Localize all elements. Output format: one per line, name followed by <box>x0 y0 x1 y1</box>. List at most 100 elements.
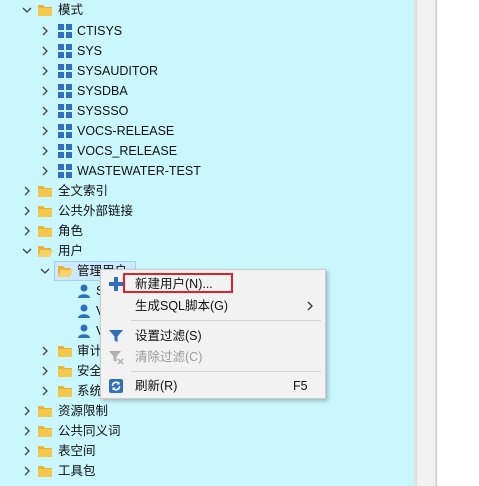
chevron-down-icon[interactable] <box>40 261 50 281</box>
chevron-right-icon[interactable] <box>40 361 50 381</box>
schema-icon <box>57 63 73 79</box>
folder-icon <box>37 463 53 479</box>
schema-label: SYSDBA <box>77 84 128 98</box>
tree-node-schema-wastewater-test[interactable]: WASTEWATER-TEST <box>0 161 414 181</box>
schema-label: CTISYS <box>77 24 123 38</box>
chevron-right-icon[interactable] <box>22 401 32 421</box>
tree-node-schema-sysauditor[interactable]: SYSAUDITOR <box>0 61 414 81</box>
tree-node-schema-sysdba[interactable]: SYSDBA <box>0 81 414 101</box>
tree-node-schema-sysssso[interactable]: SYSSSO <box>0 101 414 121</box>
menu-separator <box>131 371 321 372</box>
user-icon <box>76 303 92 319</box>
shortcut-label: F5 <box>293 379 308 393</box>
tree-node-schema-sys[interactable]: SYS <box>0 41 414 61</box>
chevron-right-icon[interactable] <box>22 201 32 221</box>
folder-open-icon <box>57 263 73 279</box>
refresh-icon <box>108 378 124 394</box>
schema-label: SYS <box>77 44 103 58</box>
folder-icon <box>37 183 53 199</box>
chevron-right-icon[interactable] <box>22 181 32 201</box>
chevron-right-icon[interactable] <box>40 61 50 81</box>
tree-node-users[interactable]: 用户 <box>0 241 414 261</box>
schema-icon <box>57 163 73 179</box>
right-pane <box>436 0 479 486</box>
chevron-right-icon[interactable] <box>40 81 50 101</box>
tree-node-packages[interactable]: 工具包 <box>0 461 414 481</box>
annotation-highlight-box <box>123 273 233 293</box>
tree-node-label: 公共外部链接 <box>58 204 134 218</box>
folder-icon <box>37 223 53 239</box>
object-tree: 模式 CTISYS SYS SYSAUDITOR SYSDBA SYSSSO V… <box>0 0 414 486</box>
tree-node-label: 资源限制 <box>58 404 109 418</box>
chevron-right-icon[interactable] <box>40 21 50 41</box>
menu-separator <box>131 320 321 321</box>
user-icon <box>76 283 92 299</box>
tree-node-label: 公共同义词 <box>58 424 121 438</box>
user-icon <box>76 323 92 339</box>
chevron-right-icon[interactable] <box>40 41 50 61</box>
folder-icon <box>37 2 53 18</box>
tree-node-resource-limits[interactable]: 资源限制 <box>0 401 414 421</box>
schema-icon <box>57 83 73 99</box>
chevron-right-icon[interactable] <box>40 141 50 161</box>
tree-node-public-synonyms[interactable]: 公共同义词 <box>0 421 414 441</box>
schema-icon <box>57 103 73 119</box>
tree-node-label: 全文索引 <box>58 184 109 198</box>
schema-label: WASTEWATER-TEST <box>77 164 201 178</box>
tree-node-schemas[interactable]: 模式 <box>0 0 414 20</box>
chevron-right-icon[interactable] <box>22 221 32 241</box>
tree-node-schema-vocs_release[interactable]: VOCS_RELEASE <box>0 141 414 161</box>
chevron-right-icon[interactable] <box>22 421 32 441</box>
tree-node-schema-ctisys[interactable]: CTISYS <box>0 21 414 41</box>
tree-node-fulltext-index[interactable]: 全文索引 <box>0 181 414 201</box>
folder-icon <box>37 423 53 439</box>
tree-node-schema-vocs-release[interactable]: VOCS-RELEASE <box>0 121 414 141</box>
menu-item-refresh[interactable]: 刷新(R) F5 <box>103 375 323 397</box>
chevron-right-icon[interactable] <box>40 341 50 361</box>
tree-node-label: 用户 <box>58 244 84 258</box>
chevron-right-icon[interactable] <box>22 461 32 481</box>
schema-label: VOCS_RELEASE <box>77 144 178 158</box>
tree-node-label: 工具包 <box>58 464 96 478</box>
menu-item-label: 设置过滤(S) <box>135 329 202 343</box>
schema-icon <box>57 123 73 139</box>
schema-icon <box>57 43 73 59</box>
chevron-right-icon[interactable] <box>40 121 50 141</box>
folder-icon <box>37 403 53 419</box>
menu-item-generate-sql[interactable]: 生成SQL脚本(G) <box>103 295 323 317</box>
folder-open-icon <box>37 243 53 259</box>
chevron-right-icon[interactable] <box>22 441 32 461</box>
schema-icon <box>57 143 73 159</box>
plus-icon <box>108 276 124 292</box>
menu-item-label: 清除过滤(C) <box>135 350 203 364</box>
schema-icon <box>57 23 73 39</box>
chevron-down-icon[interactable] <box>22 241 32 261</box>
chevron-right-icon[interactable] <box>40 161 50 181</box>
menu-item-set-filter[interactable]: 设置过滤(S) <box>103 325 323 347</box>
menu-item-label: 刷新(R) <box>135 379 178 393</box>
menu-item-clear-filter[interactable]: 清除过滤(C) <box>103 346 323 368</box>
tree-node-label: 审计 <box>77 344 103 358</box>
folder-icon <box>37 443 53 459</box>
folder-icon <box>57 343 73 359</box>
tree-node-label: 角色 <box>58 224 84 238</box>
vertical-scrollbar[interactable] <box>416 0 436 486</box>
filter-icon <box>108 328 124 344</box>
tree-node-label: 系统 <box>77 384 103 398</box>
tree-node-roles[interactable]: 角色 <box>0 221 414 241</box>
tree-node-tablespaces[interactable]: 表空间 <box>0 441 414 461</box>
folder-icon <box>37 203 53 219</box>
schema-label: SYSAUDITOR <box>77 64 159 78</box>
tree-node-label: 安全 <box>77 364 103 378</box>
tree-node-label: 表空间 <box>58 444 96 458</box>
schema-label: SYSSSO <box>77 104 129 118</box>
folder-icon <box>57 383 73 399</box>
chevron-right-icon[interactable] <box>40 381 50 401</box>
chevron-right-icon[interactable] <box>40 101 50 121</box>
schema-label: VOCS-RELEASE <box>77 124 175 138</box>
folder-icon <box>57 363 73 379</box>
clear-filter-icon <box>108 349 124 365</box>
chevron-down-icon[interactable] <box>22 0 32 20</box>
menu-item-label: 生成SQL脚本(G) <box>135 299 229 313</box>
tree-node-public-dblink[interactable]: 公共外部链接 <box>0 201 414 221</box>
